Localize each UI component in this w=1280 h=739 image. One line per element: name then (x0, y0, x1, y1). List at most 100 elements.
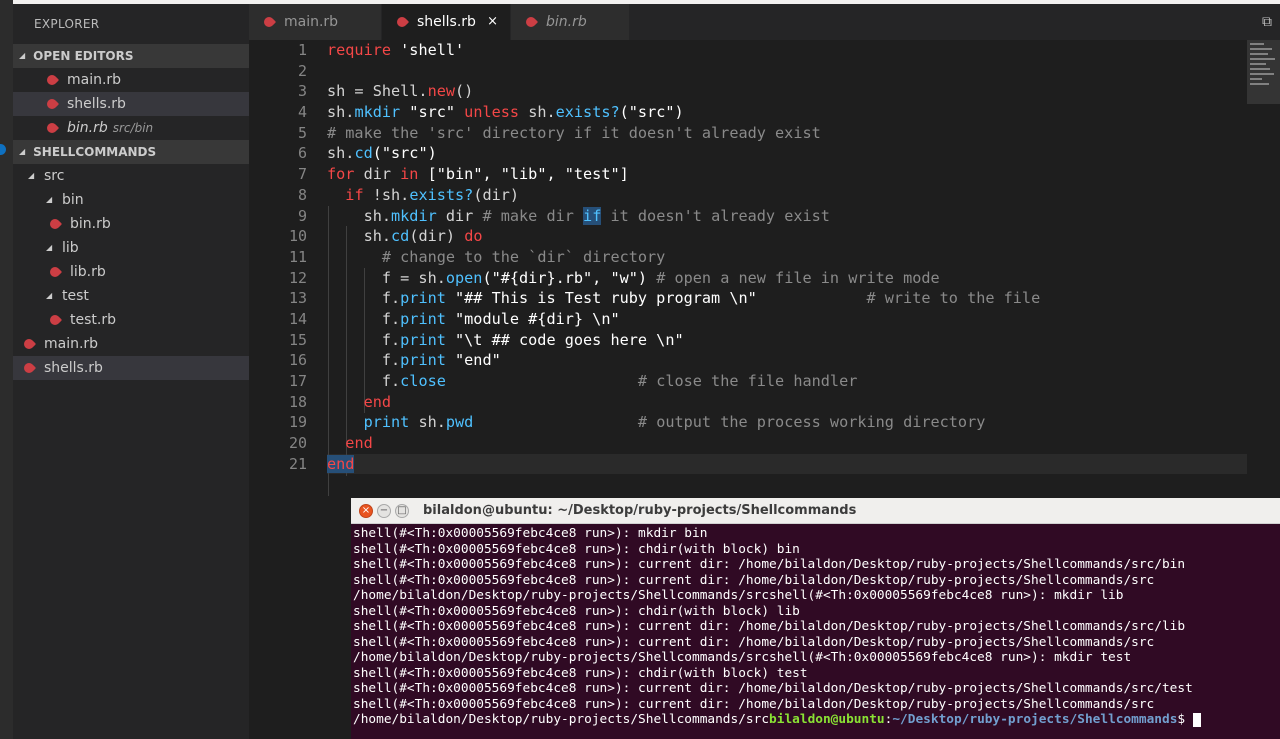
tree-file-main-rb[interactable]: main.rb (13, 332, 249, 356)
project-header[interactable]: ◢ SHELLCOMMANDS (13, 140, 249, 164)
terminal-title: bilaldon@ubuntu: ~/Desktop/ruby-projects… (423, 503, 857, 518)
code-token: f. (327, 330, 401, 349)
code-line: sh.cd("src") (327, 143, 1247, 164)
open-editor-path: src/bin (112, 121, 154, 135)
minimap[interactable] (1247, 40, 1280, 104)
code-token: sh. (327, 206, 392, 225)
tree-label: bin.rb (70, 216, 111, 232)
terminal-titlebar: × − □ bilaldon@ubuntu: ~/Desktop/ruby-pr… (351, 498, 1280, 524)
tab-bin-rb[interactable]: bin.rb (511, 4, 629, 40)
line-number: 16 (288, 351, 307, 370)
tree-label: test.rb (70, 312, 116, 328)
split-editor-icon[interactable]: ⧉ (1262, 14, 1272, 30)
open-editor-main-rb[interactable]: main.rb (13, 68, 249, 92)
code-token: cd (391, 227, 410, 246)
terminal-output[interactable]: shell(#<Th:0x00005569febc4ce8 run>): mkd… (351, 524, 1280, 728)
tree-folder-src[interactable]: ◢ src (13, 164, 249, 188)
terminal-window[interactable]: × − □ bilaldon@ubuntu: ~/Desktop/ruby-pr… (351, 498, 1280, 739)
terminal-line: shell(#<Th:0x00005569febc4ce8 run>): chd… (353, 665, 808, 681)
tree-folder-lib[interactable]: ◢ lib (13, 236, 249, 260)
open-editor-shells-rb[interactable]: shells.rb (13, 92, 249, 116)
project-label: SHELLCOMMANDS (33, 145, 157, 159)
code-token: (dir) (409, 227, 465, 246)
line-number: 3 (297, 82, 307, 101)
code-token: ("src") (372, 144, 437, 163)
code-token: unless (464, 103, 520, 122)
ruby-file-icon (21, 360, 37, 376)
tree-file-bin-rb[interactable]: bin.rb (13, 212, 249, 236)
code-token: exists? (555, 103, 620, 122)
tree-file-lib-rb[interactable]: lib.rb (13, 260, 249, 284)
code-token: dir (354, 165, 401, 184)
code-token: sh. (327, 144, 355, 163)
open-editor-bin-rb[interactable]: bin.rb src/bin (13, 116, 249, 140)
code-line: print sh.pwd # output the process workin… (327, 412, 1247, 433)
open-editor-label: shells.rb (67, 96, 126, 112)
code-token: # write to the file (866, 289, 1041, 308)
code-line: for dir in ["bin", "lib", "test"] (327, 164, 1247, 185)
terminal-line: /home/bilaldon/Desktop/ruby-projects/She… (353, 650, 1132, 665)
open-editors-header[interactable]: ◢ OPEN EDITORS (13, 44, 249, 68)
close-icon[interactable]: × (359, 503, 373, 518)
ruby-file-icon (44, 72, 60, 88)
code-token: # open a new file in write mode (656, 268, 940, 287)
tree-label: shells.rb (44, 360, 103, 376)
terminal-line: shell(#<Th:0x00005569febc4ce8 run>): cur… (353, 696, 1155, 712)
line-number: 1 (297, 41, 307, 59)
line-number: 6 (297, 144, 307, 163)
code-line: # change to the `dir` directory (327, 247, 1247, 268)
minimize-icon[interactable]: − (377, 503, 391, 518)
code-token: for (327, 165, 355, 184)
code-token: exists? (409, 185, 474, 204)
tab-shells-rb[interactable]: shells.rb × (382, 4, 510, 40)
code-area[interactable]: require 'shell' sh = Shell.new() sh.mkdir … (327, 40, 1247, 496)
maximize-icon[interactable]: □ (395, 503, 409, 518)
code-token: !sh. (363, 185, 410, 204)
line-number-gutter: 1 2 3 4 5 6 7 8 9 10 11 12 13 14 15 16 17 18 19 20 21 (249, 40, 307, 474)
code-token: if (583, 206, 602, 225)
line-number: 12 (288, 268, 307, 287)
tab-label: shells.rb (417, 14, 476, 30)
code-token: print (400, 289, 446, 308)
explorer-title: EXPLORER (34, 17, 100, 31)
tab-main-rb[interactable]: main.rb (249, 4, 381, 40)
terminal-line: shell(#<Th:0x00005569febc4ce8 run>): cur… (353, 619, 1186, 634)
tab-label: bin.rb (546, 14, 587, 30)
prompt-user: bilaldon@ubuntu (769, 712, 885, 727)
prompt-symbol: $ (1177, 712, 1193, 727)
terminal-line: shell(#<Th:0x00005569febc4ce8 run>): chd… (353, 603, 800, 619)
code-token: "## This is Test ruby program \n" (445, 289, 867, 308)
code-token: # change to the `dir` directory (381, 247, 666, 266)
code-token: "\t ## code goes here \n" (445, 330, 684, 349)
code-line: require 'shell' (327, 40, 1247, 61)
ruby-file-icon (44, 120, 60, 136)
prompt-path: ~/Desktop/ruby-projects/Shellcommands (892, 712, 1178, 727)
line-number: 9 (297, 206, 307, 225)
editor-tab-bar: main.rb shells.rb × bin.rb ⧉ (249, 4, 1280, 40)
terminal-line: /home/bilaldon/Desktop/ruby-projects/She… (353, 588, 1124, 603)
code-token: in (400, 165, 419, 184)
tree-file-test-rb[interactable]: test.rb (13, 308, 249, 332)
code-token: f. (327, 289, 401, 308)
terminal-line: shell(#<Th:0x00005569febc4ce8 run>): cur… (353, 572, 1155, 588)
code-line: f.print "module #{dir} \n" (327, 309, 1247, 330)
tree-folder-bin[interactable]: ◢ bin (13, 188, 249, 212)
tree-file-shells-rb[interactable]: shells.rb (13, 356, 249, 380)
tree-label: bin (62, 192, 84, 208)
code-token: mkdir (354, 103, 401, 122)
code-token: sh. (327, 227, 392, 246)
chevron-down-icon: ◢ (19, 147, 26, 156)
terminal-prompt-line[interactable]: /home/bilaldon/Desktop/ruby-projects/She… (353, 712, 1280, 728)
tree-folder-test[interactable]: ◢ test (13, 284, 249, 308)
line-number: 10 (288, 227, 307, 246)
line-number: 2 (297, 61, 307, 80)
code-line: end (327, 433, 1247, 454)
close-icon[interactable]: × (487, 4, 498, 40)
open-editors-label: OPEN EDITORS (33, 49, 134, 63)
line-number: 18 (288, 392, 307, 411)
code-token: print (400, 351, 446, 370)
tree-label: lib.rb (70, 264, 106, 280)
code-token: end (345, 434, 373, 453)
